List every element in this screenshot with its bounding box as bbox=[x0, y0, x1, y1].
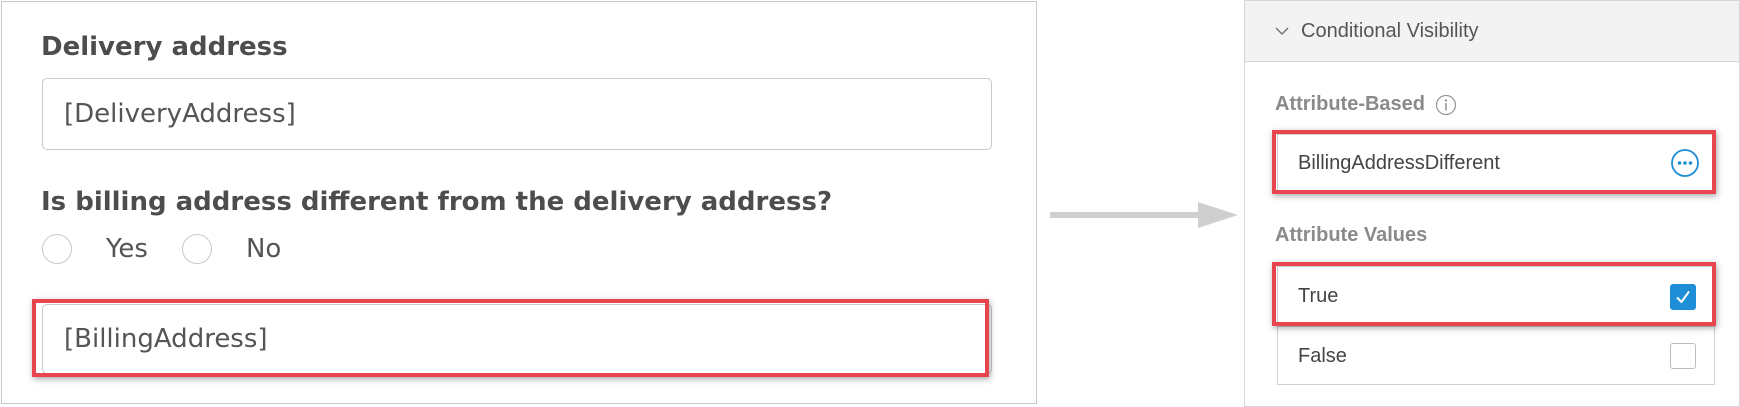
delivery-address-field[interactable]: [DeliveryAddress] bbox=[42, 78, 992, 150]
radio-button-yes[interactable] bbox=[42, 234, 72, 264]
checkbox-false[interactable] bbox=[1670, 343, 1696, 369]
attribute-select-field[interactable]: BillingAddressDifferent bbox=[1277, 134, 1715, 192]
radio-button-no[interactable] bbox=[181, 234, 212, 264]
checkbox-true[interactable] bbox=[1670, 283, 1696, 310]
more-options-icon[interactable] bbox=[1670, 148, 1700, 178]
billing-question-label: Is billing address different from the de… bbox=[41, 187, 833, 217]
attribute-values-label: Attribute Values bbox=[1275, 224, 1428, 246]
delivery-address-value: [DeliveryAddress] bbox=[64, 99, 296, 129]
billing-radio-group: Yes No bbox=[42, 234, 315, 264]
radio-option-no[interactable]: No bbox=[181, 234, 282, 264]
value-label-true: True bbox=[1298, 285, 1339, 307]
radio-label-yes: Yes bbox=[106, 234, 148, 264]
billing-address-value: [BillingAddress] bbox=[64, 324, 268, 354]
attribute-values-list: True False bbox=[1277, 266, 1715, 385]
arrow-right-icon bbox=[1050, 202, 1238, 228]
value-row-false[interactable]: False bbox=[1278, 326, 1714, 385]
radio-label-no: No bbox=[245, 234, 282, 264]
properties-panel: Conditional Visibility Attribute-Based B… bbox=[1244, 0, 1740, 407]
value-row-true[interactable]: True bbox=[1278, 267, 1714, 326]
delivery-address-label: Delivery address bbox=[41, 32, 288, 62]
attribute-based-text: Attribute-Based bbox=[1275, 93, 1426, 115]
conditional-visibility-header[interactable]: Conditional Visibility bbox=[1245, 1, 1739, 62]
info-icon[interactable] bbox=[1435, 94, 1457, 116]
billing-address-field[interactable]: [BillingAddress] bbox=[42, 304, 992, 374]
attribute-based-label: Attribute-Based bbox=[1275, 93, 1457, 116]
checkmark-icon bbox=[1676, 290, 1690, 304]
attribute-value: BillingAddressDifferent bbox=[1298, 151, 1500, 174]
radio-option-yes[interactable]: Yes bbox=[42, 234, 148, 264]
section-title: Conditional Visibility bbox=[1301, 19, 1479, 42]
chevron-down-icon bbox=[1275, 27, 1289, 36]
form-canvas: Delivery address [DeliveryAddress] Is bi… bbox=[1, 1, 1037, 404]
value-label-false: False bbox=[1298, 344, 1347, 367]
